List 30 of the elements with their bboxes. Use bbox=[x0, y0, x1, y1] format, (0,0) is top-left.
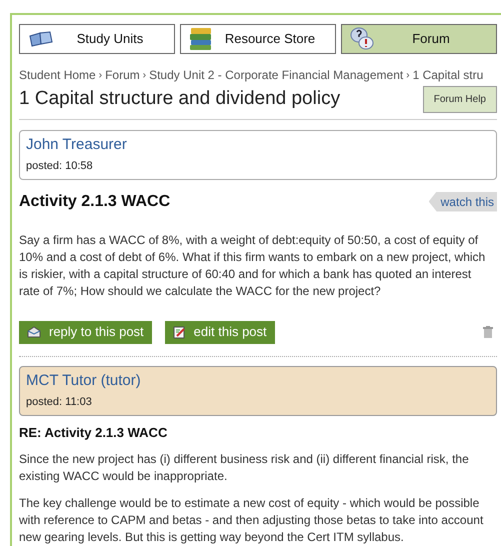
trash-icon[interactable] bbox=[483, 326, 493, 338]
post-paragraph: Since the new project has (i) different business risk and (ii) different financial risk, the existing WACC would be inappropriate. bbox=[19, 451, 470, 485]
breadcrumb-link[interactable]: Forum bbox=[105, 66, 140, 84]
edit-button[interactable]: edit this post bbox=[164, 320, 275, 344]
breadcrumb-separator: › bbox=[142, 68, 146, 82]
edit-icon bbox=[172, 326, 186, 338]
post-title: Activity 2.1.3 WACC bbox=[19, 192, 170, 212]
envelope-icon bbox=[27, 326, 41, 338]
post-time: posted: 11:03 bbox=[26, 395, 93, 410]
breadcrumb-link[interactable]: Study Unit 2 - Corporate Financial Management bbox=[149, 66, 404, 84]
nav-tab[interactable]: Study Units bbox=[19, 24, 175, 54]
forum-help-button[interactable]: Forum Help bbox=[422, 86, 497, 113]
watch-link[interactable]: watch this bbox=[428, 192, 497, 212]
post-paragraph: The key challenge would be to estimate a new cost of equity - which would be possible with reference to CAPM and betas - and then adjusting those betas to take into account new gearing levels. But this is getting way beyond the Cert ITM syllabus. bbox=[19, 495, 484, 546]
post-paragraph: Say a firm has a WACC of 8%, with a weight of debt:equity of 50:50, a cost of equity of 10% and a cost of debt of 6%. What if this firm wants to embark on a new project, which is riskier, with a capital structure of 60:40 and for which a bank has quoted an interest rate of 7%; How should we calculate the WACC for the new project? bbox=[19, 232, 486, 300]
breadcrumb-separator: › bbox=[406, 68, 410, 82]
book-icon bbox=[28, 30, 54, 48]
author-name[interactable]: MCT Tutor (tutor) bbox=[26, 370, 490, 392]
reply-button[interactable]: reply to this post bbox=[19, 320, 152, 344]
breadcrumb-link[interactable]: 1 Capital stru bbox=[412, 66, 484, 84]
breadcrumb-link[interactable]: Student Home bbox=[19, 66, 96, 84]
post-time: posted: 10:58 bbox=[26, 159, 94, 174]
nav-tab[interactable]: Resource Store bbox=[180, 24, 336, 54]
author-name[interactable]: John Treasurer bbox=[26, 134, 490, 156]
page-title: 1 Capital structure and dividend policy bbox=[19, 87, 340, 111]
breadcrumb-separator: › bbox=[98, 68, 102, 82]
books-icon bbox=[189, 26, 213, 52]
post-title: RE: Activity 2.1.3 WACC bbox=[19, 424, 168, 442]
nav-tab[interactable]: Forum bbox=[341, 24, 497, 54]
speech-bubbles-icon bbox=[350, 26, 374, 52]
